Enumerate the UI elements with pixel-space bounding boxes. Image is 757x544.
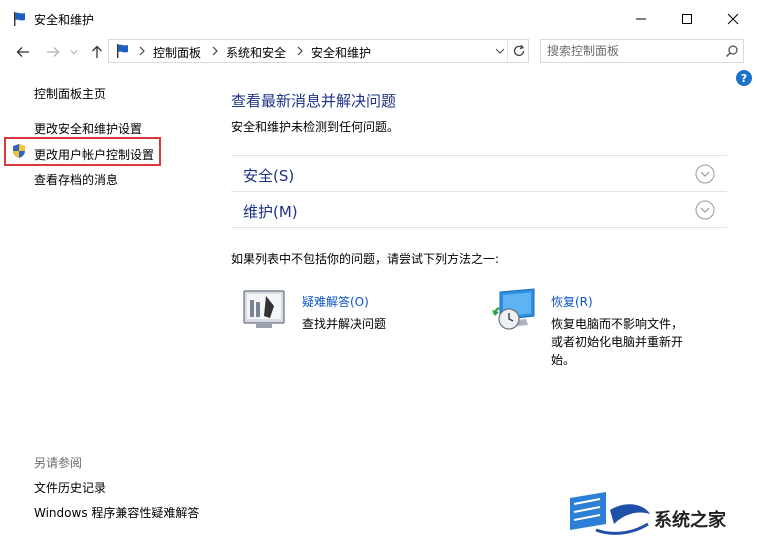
close-icon — [727, 13, 739, 25]
sidebar-link-file-history[interactable]: 文件历史记录 — [34, 479, 106, 496]
alternatives-intro: 如果列表中不包括你的问题，请尝试下列方法之一: — [231, 252, 500, 266]
section-maintenance-label: 维护(M) — [243, 203, 298, 221]
recovery-description-line-2: 或者初始化电脑并重新开 — [551, 335, 684, 349]
recovery-icon[interactable] — [490, 288, 538, 332]
title-bar: 安全和维护 — [0, 0, 757, 38]
help-icon[interactable]: ? — [736, 70, 752, 86]
window-title: 安全和维护 — [34, 13, 95, 27]
section-divider — [231, 227, 727, 228]
arrow-left-icon — [16, 47, 29, 57]
maximize-button[interactable] — [664, 0, 710, 38]
maximize-icon — [682, 14, 692, 24]
search-box[interactable] — [540, 39, 744, 63]
section-security[interactable]: 安全(S) — [231, 155, 727, 191]
address-dropdown-icon[interactable] — [493, 44, 507, 58]
chevron-right-icon — [297, 46, 303, 56]
recovery-link[interactable]: 恢复(R) — [551, 293, 593, 310]
recovery-description-line-1: 恢复电脑而不影响文件， — [551, 317, 684, 331]
section-security-label: 安全(S) — [243, 167, 295, 185]
breadcrumb-system-security[interactable]: 系统和安全 — [226, 44, 286, 61]
sidebar-link-change-security-settings[interactable]: 更改安全和维护设置 — [34, 120, 142, 137]
sidebar-link-change-uac-settings[interactable]: 更改用户帐户控制设置 — [34, 146, 154, 163]
breadcrumb-security-maintenance[interactable]: 安全和维护 — [311, 44, 371, 61]
close-button[interactable] — [710, 0, 756, 38]
refresh-button[interactable] — [507, 40, 529, 62]
search-icon[interactable] — [725, 44, 739, 58]
troubleshooting-description: 查找并解决问题 — [302, 317, 387, 331]
section-maintenance[interactable]: 维护(M) — [231, 191, 727, 227]
arrow-right-icon — [47, 47, 60, 57]
recovery-description-line-3: 始。 — [551, 353, 576, 367]
breadcrumb-control-panel[interactable]: 控制面板 — [153, 44, 201, 61]
chevron-right-icon — [212, 46, 218, 56]
sidebar-link-control-panel-home[interactable]: 控制面板主页 — [34, 85, 106, 102]
see-also-heading: 另请参阅 — [34, 456, 83, 470]
watermark-text: 系统之家 — [654, 510, 726, 531]
back-button[interactable] — [14, 43, 32, 61]
refresh-icon — [513, 44, 524, 57]
site-watermark: 系统之家 — [566, 490, 757, 544]
navigation-bar: 控制面板 系统和安全 安全和维护 — [0, 38, 757, 66]
address-bar[interactable]: 控制面板 系统和安全 安全和维护 — [108, 39, 529, 63]
chevron-down-icon — [70, 49, 78, 55]
up-button[interactable] — [88, 43, 106, 61]
search-input[interactable] — [547, 42, 717, 60]
chevron-right-icon — [139, 46, 145, 56]
flag-icon — [14, 12, 25, 26]
uac-shield-icon — [13, 144, 25, 158]
chevron-down-circle-icon[interactable] — [695, 200, 715, 220]
troubleshooting-link[interactable]: 疑难解答(O) — [302, 293, 369, 310]
sidebar-link-compat-troubleshooter[interactable]: Windows 程序兼容性疑难解答 — [34, 504, 199, 521]
status-message: 安全和维护未检测到任何问题。 — [231, 120, 400, 134]
arrow-up-icon — [92, 45, 102, 58]
minimize-icon — [636, 18, 646, 20]
forward-button[interactable] — [44, 43, 62, 61]
watermark-logo-icon — [570, 492, 650, 535]
page-title: 查看最新消息并解决问题 — [231, 92, 397, 110]
troubleshooting-monitor-icon[interactable] — [242, 288, 290, 332]
recent-locations-button[interactable] — [68, 43, 80, 61]
sidebar-link-archived-messages[interactable]: 查看存档的消息 — [34, 171, 118, 188]
minimize-button[interactable] — [618, 0, 664, 38]
chevron-down-circle-icon[interactable] — [695, 164, 715, 184]
control-panel-flag-icon — [117, 44, 128, 58]
